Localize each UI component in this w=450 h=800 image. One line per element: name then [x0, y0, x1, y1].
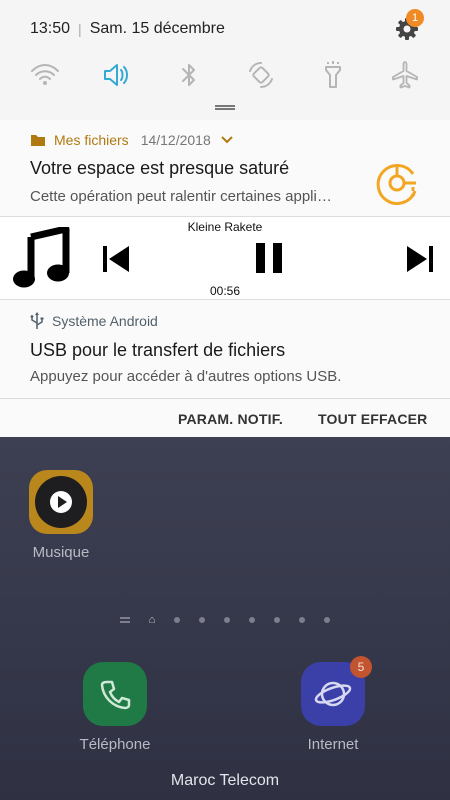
date-label[interactable]: Sam. 15 décembre — [90, 20, 225, 38]
auto-rotate-icon — [249, 62, 273, 88]
wifi-icon — [31, 64, 59, 85]
notification-date: 14/12/2018 — [140, 132, 211, 148]
page-dot — [174, 617, 181, 623]
flashlight-toggle[interactable] — [318, 60, 348, 90]
storage-notification[interactable]: Mes fichiers 14/12/2018 Votre espace est… — [0, 120, 450, 217]
wifi-toggle[interactable] — [30, 60, 60, 90]
notification-body: Appuyez pour accéder à d'autres options … — [30, 368, 342, 385]
page-dot — [199, 617, 206, 623]
elapsed-time: 00:56 — [209, 284, 241, 298]
airplane-mode-icon — [392, 61, 418, 89]
usb-notification[interactable]: Système Android USB pour le transfert de… — [0, 300, 450, 398]
sound-toggle[interactable] — [102, 60, 132, 90]
home-page-icon: ⌂ — [148, 614, 156, 626]
internet-app-label: Internet — [307, 736, 359, 753]
flashlight-icon — [325, 61, 341, 88]
airplane-mode-toggle[interactable] — [390, 60, 420, 90]
storage-warning-icon — [376, 163, 417, 205]
clear-all-button[interactable]: TOUT EFFACER — [318, 411, 427, 427]
notification-app-name: Système Android — [52, 313, 158, 329]
previous-track-icon[interactable] — [100, 243, 132, 275]
settings-badge: 1 — [406, 9, 424, 27]
track-title: Kleine Rakete — [187, 220, 263, 234]
page-dot — [324, 617, 331, 623]
pause-icon[interactable] — [252, 241, 286, 275]
notification-title: USB pour le transfert de fichiers — [30, 340, 286, 360]
page-indicator: ⌂ — [0, 614, 450, 626]
music-app-label: Musique — [32, 544, 90, 561]
phone-icon — [83, 662, 147, 726]
play-icon — [50, 491, 72, 513]
sound-icon — [104, 64, 128, 86]
app-musique[interactable]: Musique — [28, 470, 94, 561]
page-dot — [274, 617, 281, 623]
app-internet[interactable]: 5 Internet — [288, 656, 378, 753]
page-dot — [249, 617, 256, 623]
page-dot — [224, 617, 231, 623]
notification-body: Cette opération peut ralentir certaines … — [30, 188, 332, 205]
page-dot — [299, 617, 306, 623]
status-bar: 13:50 | Sam. 15 décembre — [30, 16, 426, 42]
status-separator: | — [78, 21, 82, 37]
music-note-icon — [13, 227, 70, 288]
notification-app-name: Mes fichiers — [54, 132, 129, 148]
shade-drag-handle[interactable] — [215, 105, 235, 110]
media-player: Kleine Rakete 00:56 — [0, 217, 450, 299]
phone-app-label: Téléphone — [79, 736, 151, 753]
menu-lines-icon — [119, 617, 130, 623]
folder-icon — [31, 135, 45, 146]
notification-settings-button[interactable]: PARAM. NOTIF. — [178, 411, 283, 427]
app-telephone[interactable]: Téléphone — [70, 662, 160, 753]
auto-rotate-toggle[interactable] — [246, 60, 276, 90]
bluetooth-icon — [182, 64, 195, 86]
clock: 13:50 — [30, 20, 71, 37]
bluetooth-toggle[interactable] — [174, 60, 204, 90]
chevron-down-icon[interactable] — [221, 136, 233, 144]
notification-title: Votre espace est presque saturé — [30, 158, 290, 178]
next-track-icon[interactable] — [404, 243, 436, 275]
notification-header: Mes fichiers 14/12/2018 — [30, 132, 233, 148]
notification-header: Système Android — [30, 312, 158, 330]
music-app-icon — [29, 470, 93, 534]
internet-badge: 5 — [350, 656, 372, 678]
quick-settings-row — [30, 58, 420, 92]
notification-actions-bar: PARAM. NOTIF. TOUT EFFACER — [0, 398, 450, 437]
carrier-label: Maroc Telecom — [170, 772, 280, 789]
usb-icon — [30, 312, 44, 329]
